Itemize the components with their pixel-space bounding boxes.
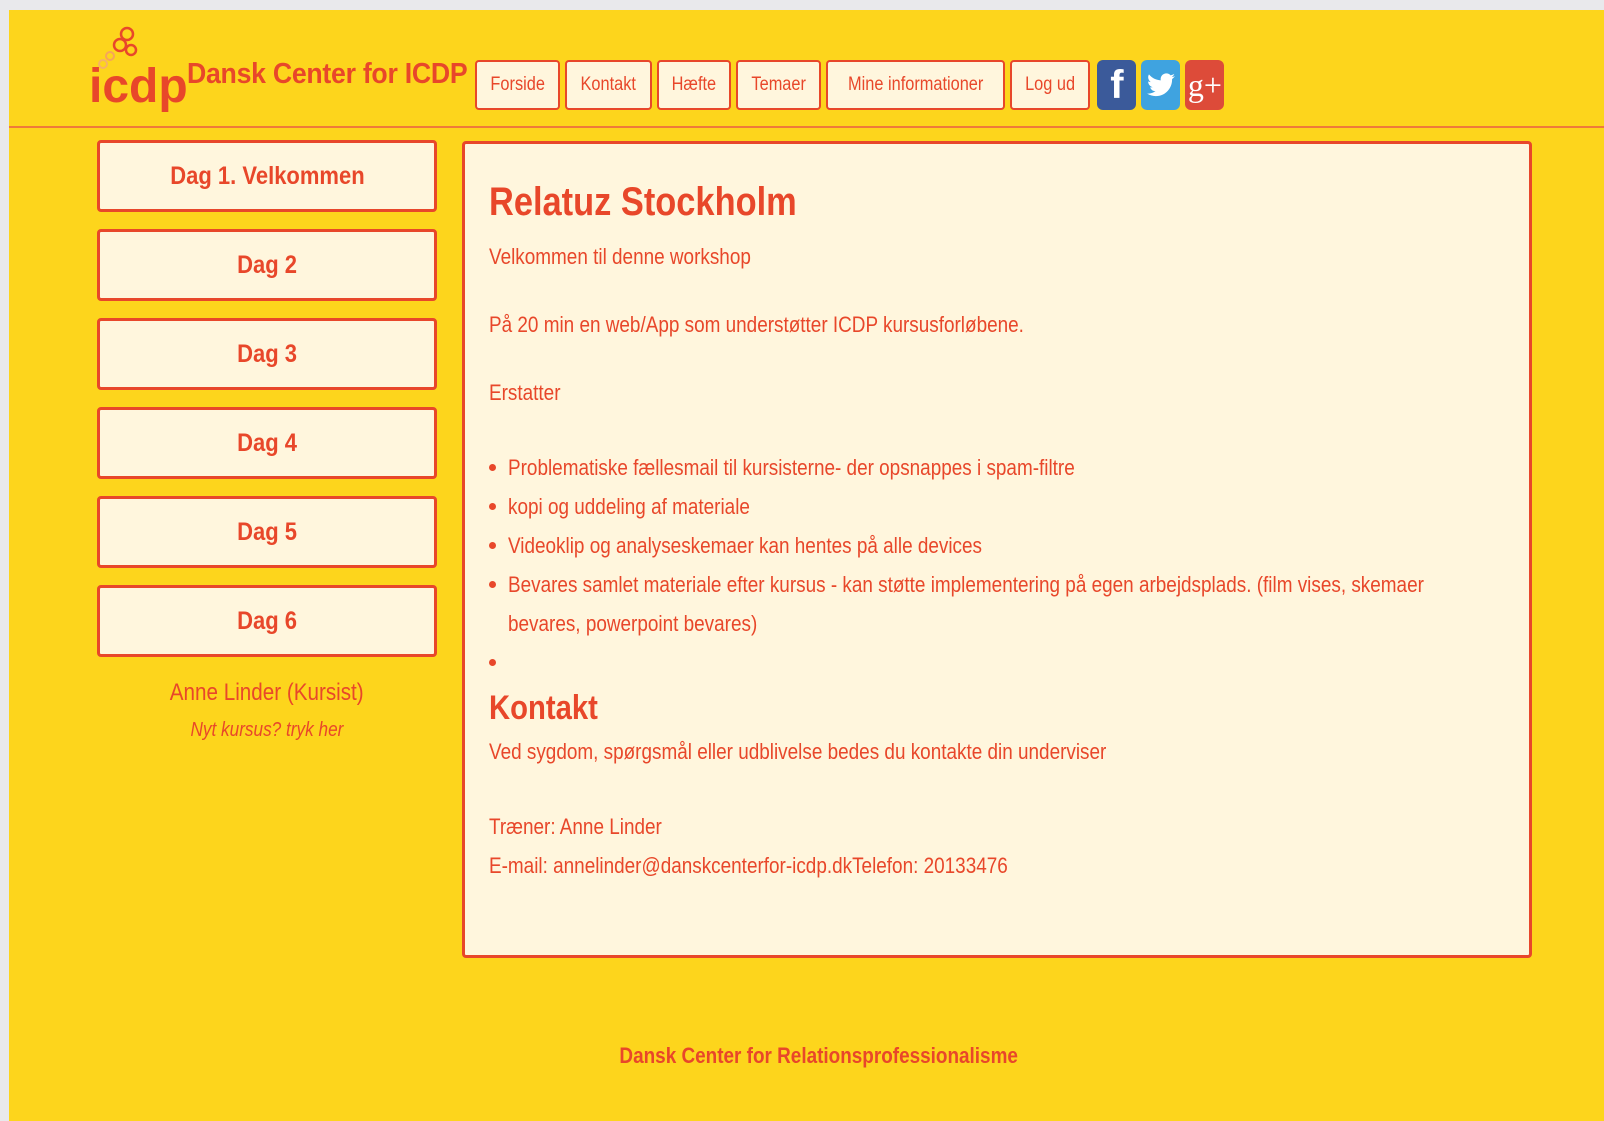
new-course-link[interactable]: Nyt kursus? tryk her [97, 719, 437, 742]
nav-mine-informationer[interactable]: Mine informationer [825, 60, 1006, 110]
sidebar-day-3[interactable]: Dag 3 [97, 318, 437, 390]
social-links: f g+ [1097, 60, 1225, 110]
logo[interactable]: icdp Dansk Center for ICDP [89, 20, 468, 113]
list-item: kopi og uddeling af materiale [489, 487, 1505, 526]
logo-mark-text: icdp [89, 60, 188, 113]
google-plus-icon[interactable]: g+ [1185, 60, 1225, 110]
main-nav: Forside Kontakt Hæfte Temaer Mine inform… [475, 60, 1225, 110]
contact-heading: Kontakt [489, 689, 598, 727]
trainer-contact[interactable]: E-mail: annelinder@danskcenterfor-icdp.d… [489, 846, 1363, 885]
replaces-list: Problematiske fællesmail til kursisterne… [489, 448, 1505, 666]
brand-name: Dansk Center for ICDP [187, 58, 468, 90]
site-footer: Dansk Center for Relationsprofessionalis… [619, 1043, 1019, 1068]
site-header: icdp Dansk Center for ICDP Forside Konta… [9, 10, 1604, 128]
current-user: Anne Linder (Kursist) [170, 679, 364, 706]
sidebar-day-4[interactable]: Dag 4 [97, 407, 437, 479]
intro-text: På 20 min en web/App som understøtter IC… [489, 312, 1024, 337]
list-item: Videoklip og analyseskemaer kan hentes p… [489, 526, 1505, 565]
sidebar-day-5[interactable]: Dag 5 [97, 496, 437, 568]
welcome-text: Velkommen til denne workshop [489, 244, 751, 269]
sidebar-day-2[interactable]: Dag 2 [97, 229, 437, 301]
nav-log-ud[interactable]: Log ud [1010, 60, 1091, 110]
contact-text: Ved sygdom, spørgsmål eller udblivelse b… [489, 739, 1107, 764]
list-item: Problematiske fællesmail til kursisterne… [489, 448, 1505, 487]
page-title: Relatuz Stockholm [489, 180, 797, 224]
twitter-bird-icon [1146, 73, 1175, 97]
twitter-icon[interactable] [1141, 60, 1181, 110]
trainer-name: Træner: Anne Linder [489, 814, 662, 839]
nav-kontakt[interactable]: Kontakt [565, 60, 652, 110]
nav-haefte[interactable]: Hæfte [656, 60, 731, 110]
page: icdp Dansk Center for ICDP Forside Konta… [9, 10, 1604, 1121]
content-panel: Relatuz Stockholm Velkommen til denne wo… [462, 141, 1532, 958]
sidebar-day-6[interactable]: Dag 6 [97, 585, 437, 657]
sidebar: Dag 1. Velkommen Dag 2 Dag 3 Dag 4 Dag 5… [97, 140, 437, 742]
sidebar-day-1[interactable]: Dag 1. Velkommen [97, 140, 437, 212]
nav-temaer[interactable]: Temaer [735, 60, 821, 110]
list-item: Bevares samlet materiale efter kursus - … [489, 565, 1505, 643]
nav-forside[interactable]: Forside [475, 60, 561, 110]
replaces-label: Erstatter [489, 380, 561, 405]
facebook-icon[interactable]: f [1097, 60, 1137, 110]
icdp-logo-icon: icdp [89, 26, 188, 113]
